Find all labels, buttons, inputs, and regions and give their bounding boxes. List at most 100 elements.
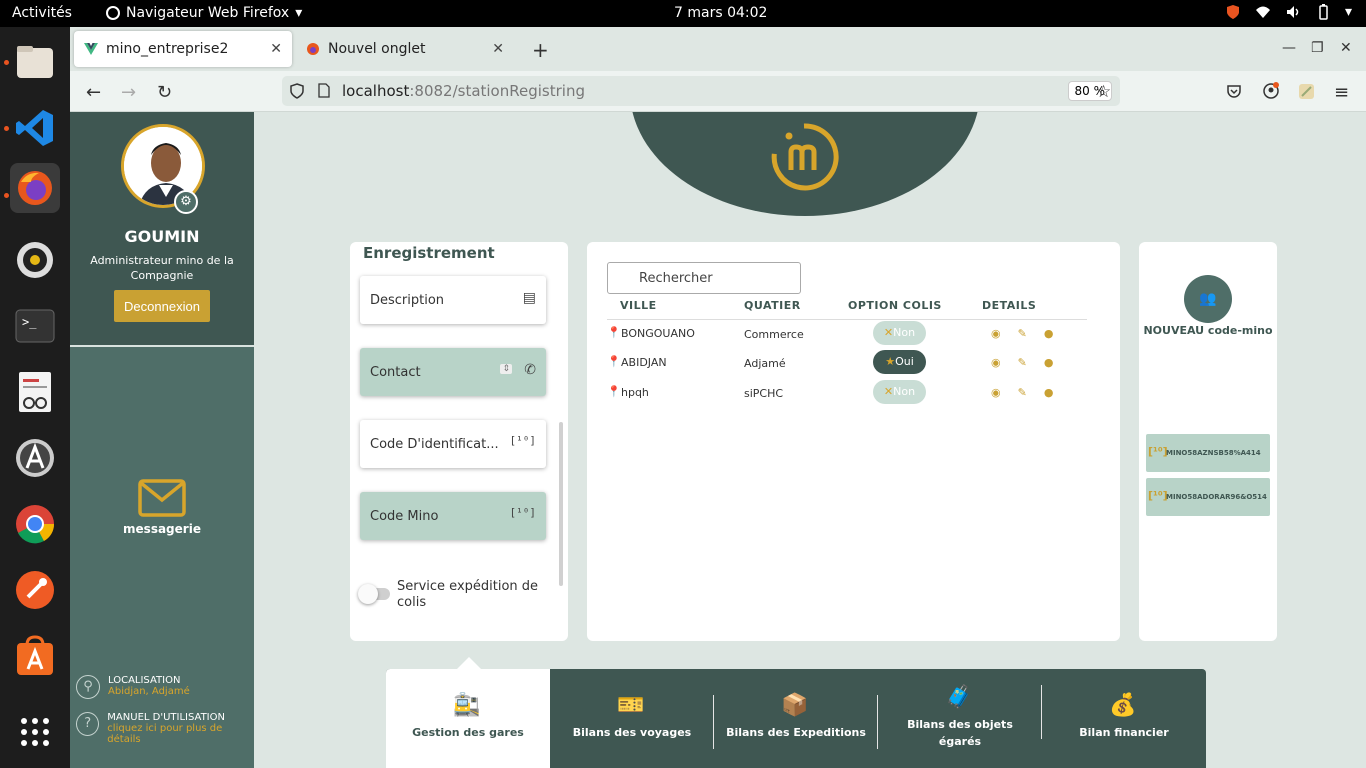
tab-mino-entreprise2[interactable]: mino_entreprise2 ✕ xyxy=(74,31,292,67)
option-badge[interactable]: ★Oui xyxy=(873,350,926,374)
binary-code-icon: [¹⁰] xyxy=(509,506,537,519)
lost-luggage-icon: 🧳 xyxy=(945,685,973,710)
url-bar[interactable]: localhost:8082/stationRegistring 80 % xyxy=(282,76,1120,106)
chrome-icon[interactable] xyxy=(10,499,60,549)
nav-gestion-gares[interactable]: 🚉 Gestion des gares xyxy=(386,669,550,768)
option-badge[interactable]: ✕Non xyxy=(873,321,926,345)
vscode-icon[interactable] xyxy=(10,103,60,153)
eye-icon[interactable]: ◉ xyxy=(991,356,1001,369)
extension-icon[interactable] xyxy=(1298,83,1315,100)
description-field[interactable]: Description ▤ xyxy=(360,276,546,324)
nav-bilans-objets[interactable]: 🧳 Bilans des objets égarés xyxy=(878,669,1042,768)
files-icon[interactable] xyxy=(10,37,60,87)
navigation-bar: ← → ↻ localhost:8082/stationRegistring 8… xyxy=(70,71,1366,112)
rhythmbox-icon[interactable] xyxy=(10,235,60,285)
eye-icon[interactable]: ◉ xyxy=(991,386,1001,399)
localisation-value: Abidjan, Adjamé xyxy=(108,686,190,697)
tab-label: mino_entreprise2 xyxy=(106,41,229,57)
shield-icon xyxy=(1226,5,1239,19)
location-pin-icon: 📍 xyxy=(607,355,621,368)
chevron-down-icon: ▾ xyxy=(1344,4,1352,20)
back-button[interactable]: ← xyxy=(86,82,101,103)
show-apps-icon[interactable] xyxy=(10,707,60,757)
code-item[interactable]: [¹⁰] MINO58AZNSB58%A414 xyxy=(1146,434,1270,472)
app-menu[interactable]: Navigateur Web Firefox ▾ xyxy=(106,5,302,21)
running-indicator xyxy=(4,193,9,198)
pencil-icon[interactable]: ✎ xyxy=(1018,356,1027,369)
location-pin-icon: 📍 xyxy=(607,385,621,398)
logout-button[interactable]: Deconnexion xyxy=(114,290,210,322)
eye-icon[interactable]: ◉ xyxy=(991,327,1001,340)
url-text: localhost:8082/stationRegistring xyxy=(342,82,585,100)
binary-code-icon: [¹⁰] xyxy=(1148,445,1168,458)
person-icon[interactable]: ● xyxy=(1044,356,1054,369)
app-store-icon[interactable] xyxy=(10,631,60,681)
system-top-bar: Activités Navigateur Web Firefox ▾ 7 mar… xyxy=(0,0,1366,27)
spinner-icon[interactable]: ⇕ xyxy=(500,364,512,374)
manual-link[interactable]: ? MANUEL D'UTILISATION cliquez ici pour p… xyxy=(76,712,254,745)
nav-bilan-financier[interactable]: 💰 Bilan financier xyxy=(1042,669,1206,768)
active-pointer xyxy=(457,657,481,669)
manual-hint: cliquez ici pour plus de détails xyxy=(107,723,223,745)
vue-icon xyxy=(84,43,98,55)
gear-icon[interactable]: ⚙ xyxy=(174,190,198,214)
money-icon: 💰 xyxy=(1109,693,1137,718)
pencil-icon[interactable]: ✎ xyxy=(1018,327,1027,340)
registration-title: Enregistrement xyxy=(363,244,495,262)
location-pin-icon: ⚲ xyxy=(76,675,100,699)
scrollbar[interactable] xyxy=(559,422,563,586)
service-toggle[interactable] xyxy=(358,584,390,604)
column-header-ville: VILLE xyxy=(620,299,657,312)
code-item[interactable]: [¹⁰] MINO58ADORAR96&O514 xyxy=(1146,478,1270,516)
nav-bilans-expeditions[interactable]: 📦 Bilans des Expeditions xyxy=(714,669,878,768)
pocket-icon[interactable] xyxy=(1226,83,1242,99)
postman-icon[interactable] xyxy=(10,565,60,615)
new-tab-button[interactable]: + xyxy=(532,38,549,62)
nav-bilans-voyages[interactable]: 🎫 Bilans des voyages xyxy=(550,669,714,768)
close-window-button[interactable]: ✕ xyxy=(1340,40,1352,56)
wifi-icon xyxy=(1255,6,1270,18)
phone-icon: ✆ xyxy=(524,362,536,378)
tab-bar: mino_entreprise2 ✕ Nouvel onglet ✕ + xyxy=(70,27,1366,71)
app-menu-label: Navigateur Web Firefox xyxy=(126,5,290,21)
localisation-info: ⚲ LOCALISATION Abidjan, Adjamé xyxy=(76,675,190,699)
group-icon[interactable]: 👥 xyxy=(1184,275,1232,323)
forward-button[interactable]: → xyxy=(121,82,136,103)
option-badge[interactable]: ✕Non xyxy=(873,380,926,404)
person-icon[interactable]: ● xyxy=(1044,327,1054,340)
close-icon[interactable]: ✕ xyxy=(492,41,504,57)
activities-button[interactable]: Activités xyxy=(12,5,72,21)
close-icon[interactable]: ✕ xyxy=(270,41,282,57)
minimize-button[interactable]: — xyxy=(1282,40,1296,56)
tab-label: Nouvel onglet xyxy=(328,41,426,57)
maximize-button[interactable]: ❐ xyxy=(1311,40,1324,56)
reload-button[interactable]: ↻ xyxy=(157,82,172,103)
code-mino-field[interactable]: Code Mino [¹⁰] xyxy=(360,492,546,540)
toggle-knob xyxy=(358,584,378,604)
search-input[interactable]: Rechercher xyxy=(607,262,801,294)
menu-icon[interactable]: ≡ xyxy=(1334,82,1349,103)
system-tray[interactable]: ▾ xyxy=(1225,4,1352,20)
bookmark-star-icon[interactable]: ☆ xyxy=(1096,82,1111,102)
firefox-small-icon xyxy=(106,6,120,20)
pencil-icon[interactable]: ✎ xyxy=(1018,386,1027,399)
person-icon[interactable]: ● xyxy=(1044,386,1054,399)
shield-icon xyxy=(290,83,304,99)
messagerie-link[interactable]: messagerie xyxy=(70,522,254,536)
row-actions: ◉ ✎ ● xyxy=(991,356,1053,369)
logo-banner xyxy=(630,112,980,216)
clock[interactable]: 7 mars 04:02 xyxy=(674,5,767,21)
software-updater-icon[interactable] xyxy=(10,433,60,483)
firefox-icon xyxy=(307,43,319,55)
firefox-icon[interactable] xyxy=(10,163,60,213)
code-identification-field[interactable]: Code D'identificat... [¹⁰] xyxy=(360,420,546,468)
contact-field[interactable]: Contact ⇕ ✆ xyxy=(360,348,546,396)
manual-title: MANUEL D'UTILISATION xyxy=(107,712,225,723)
tab-nouvel-onglet[interactable]: Nouvel onglet ✕ xyxy=(296,31,514,67)
account-icon[interactable] xyxy=(1262,82,1280,100)
profile-panel: ⚙ GOUMIN Administrateur mino de la Compa… xyxy=(70,112,254,347)
terminal-icon[interactable]: >_ xyxy=(10,301,60,351)
envelope-icon[interactable] xyxy=(138,478,186,518)
document-viewer-icon[interactable] xyxy=(10,367,60,417)
column-header-quartier: QUATIER xyxy=(744,299,801,312)
